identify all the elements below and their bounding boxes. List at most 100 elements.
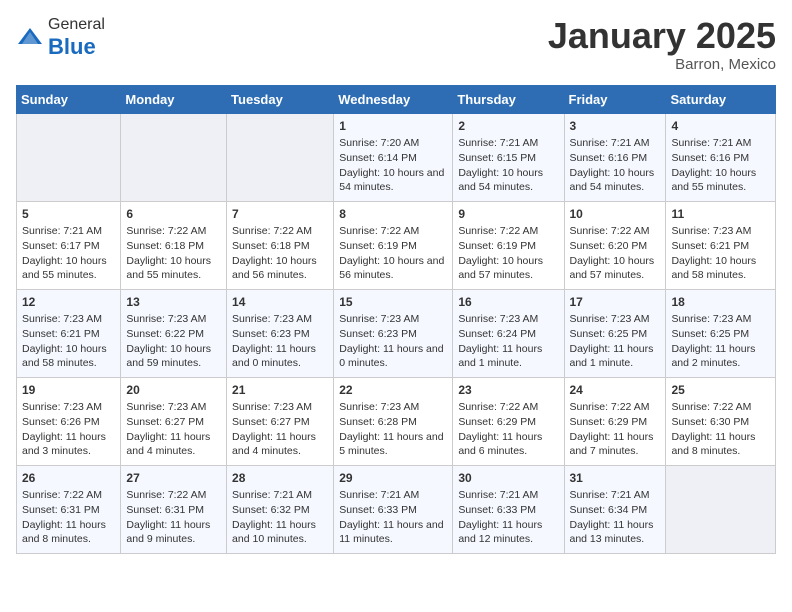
cell-info: Sunrise: 7:22 AMSunset: 6:18 PMDaylight:… [126,224,221,283]
calendar-cell [121,113,227,201]
header-day-saturday: Saturday [666,85,776,113]
calendar-cell: 14Sunrise: 7:23 AMSunset: 6:23 PMDayligh… [227,289,334,377]
cell-info: Sunrise: 7:23 AMSunset: 6:25 PMDaylight:… [570,312,661,371]
calendar-week-row: 5Sunrise: 7:21 AMSunset: 6:17 PMDaylight… [17,201,776,289]
header-day-tuesday: Tuesday [227,85,334,113]
cell-info: Sunrise: 7:21 AMSunset: 6:16 PMDaylight:… [671,136,770,195]
calendar-cell: 5Sunrise: 7:21 AMSunset: 6:17 PMDaylight… [17,201,121,289]
header-day-monday: Monday [121,85,227,113]
cell-info: Sunrise: 7:23 AMSunset: 6:23 PMDaylight:… [232,312,328,371]
day-number: 19 [22,382,115,399]
calendar-cell: 15Sunrise: 7:23 AMSunset: 6:23 PMDayligh… [334,289,453,377]
calendar-week-row: 26Sunrise: 7:22 AMSunset: 6:31 PMDayligh… [17,465,776,553]
cell-info: Sunrise: 7:21 AMSunset: 6:15 PMDaylight:… [458,136,558,195]
day-number: 11 [671,206,770,223]
calendar-table: SundayMondayTuesdayWednesdayThursdayFrid… [16,85,776,554]
logo-general-text: General [48,16,105,33]
cell-info: Sunrise: 7:22 AMSunset: 6:31 PMDaylight:… [126,488,221,547]
day-number: 6 [126,206,221,223]
day-number: 7 [232,206,328,223]
calendar-cell: 30Sunrise: 7:21 AMSunset: 6:33 PMDayligh… [453,465,564,553]
cell-info: Sunrise: 7:21 AMSunset: 6:16 PMDaylight:… [570,136,661,195]
day-number: 13 [126,294,221,311]
calendar-week-row: 19Sunrise: 7:23 AMSunset: 6:26 PMDayligh… [17,377,776,465]
calendar-cell: 4Sunrise: 7:21 AMSunset: 6:16 PMDaylight… [666,113,776,201]
day-number: 15 [339,294,447,311]
calendar-cell [666,465,776,553]
calendar-cell [17,113,121,201]
calendar-cell: 18Sunrise: 7:23 AMSunset: 6:25 PMDayligh… [666,289,776,377]
calendar-body: 1Sunrise: 7:20 AMSunset: 6:14 PMDaylight… [17,113,776,553]
day-number: 16 [458,294,558,311]
cell-info: Sunrise: 7:21 AMSunset: 6:32 PMDaylight:… [232,488,328,547]
day-number: 24 [570,382,661,399]
page-header: General Blue January 2025 Barron, Mexico [16,16,776,73]
logo-blue-text: Blue [48,34,96,59]
header-day-sunday: Sunday [17,85,121,113]
cell-info: Sunrise: 7:22 AMSunset: 6:19 PMDaylight:… [339,224,447,283]
cell-info: Sunrise: 7:21 AMSunset: 6:33 PMDaylight:… [339,488,447,547]
cell-info: Sunrise: 7:23 AMSunset: 6:25 PMDaylight:… [671,312,770,371]
calendar-week-row: 12Sunrise: 7:23 AMSunset: 6:21 PMDayligh… [17,289,776,377]
calendar-cell: 23Sunrise: 7:22 AMSunset: 6:29 PMDayligh… [453,377,564,465]
calendar-cell: 3Sunrise: 7:21 AMSunset: 6:16 PMDaylight… [564,113,666,201]
day-number: 26 [22,470,115,487]
day-number: 4 [671,118,770,135]
logo: General Blue [16,16,105,60]
day-number: 5 [22,206,115,223]
calendar-cell [227,113,334,201]
day-number: 31 [570,470,661,487]
cell-info: Sunrise: 7:21 AMSunset: 6:33 PMDaylight:… [458,488,558,547]
day-number: 30 [458,470,558,487]
calendar-cell: 12Sunrise: 7:23 AMSunset: 6:21 PMDayligh… [17,289,121,377]
day-number: 29 [339,470,447,487]
calendar-cell: 29Sunrise: 7:21 AMSunset: 6:33 PMDayligh… [334,465,453,553]
calendar-cell: 7Sunrise: 7:22 AMSunset: 6:18 PMDaylight… [227,201,334,289]
cell-info: Sunrise: 7:23 AMSunset: 6:24 PMDaylight:… [458,312,558,371]
header-day-wednesday: Wednesday [334,85,453,113]
day-number: 8 [339,206,447,223]
day-number: 28 [232,470,328,487]
cell-info: Sunrise: 7:22 AMSunset: 6:31 PMDaylight:… [22,488,115,547]
calendar-cell: 8Sunrise: 7:22 AMSunset: 6:19 PMDaylight… [334,201,453,289]
day-number: 1 [339,118,447,135]
calendar-cell: 27Sunrise: 7:22 AMSunset: 6:31 PMDayligh… [121,465,227,553]
day-number: 12 [22,294,115,311]
location: Barron, Mexico [548,56,776,73]
logo-icon [16,24,44,52]
day-number: 22 [339,382,447,399]
calendar-cell: 28Sunrise: 7:21 AMSunset: 6:32 PMDayligh… [227,465,334,553]
calendar-cell: 11Sunrise: 7:23 AMSunset: 6:21 PMDayligh… [666,201,776,289]
cell-info: Sunrise: 7:23 AMSunset: 6:27 PMDaylight:… [232,400,328,459]
calendar-cell: 2Sunrise: 7:21 AMSunset: 6:15 PMDaylight… [453,113,564,201]
calendar-cell: 19Sunrise: 7:23 AMSunset: 6:26 PMDayligh… [17,377,121,465]
calendar-cell: 1Sunrise: 7:20 AMSunset: 6:14 PMDaylight… [334,113,453,201]
cell-info: Sunrise: 7:23 AMSunset: 6:21 PMDaylight:… [22,312,115,371]
day-number: 23 [458,382,558,399]
calendar-cell: 24Sunrise: 7:22 AMSunset: 6:29 PMDayligh… [564,377,666,465]
day-number: 18 [671,294,770,311]
calendar-cell: 22Sunrise: 7:23 AMSunset: 6:28 PMDayligh… [334,377,453,465]
calendar-cell: 9Sunrise: 7:22 AMSunset: 6:19 PMDaylight… [453,201,564,289]
cell-info: Sunrise: 7:22 AMSunset: 6:20 PMDaylight:… [570,224,661,283]
day-number: 27 [126,470,221,487]
cell-info: Sunrise: 7:23 AMSunset: 6:23 PMDaylight:… [339,312,447,371]
day-number: 21 [232,382,328,399]
day-number: 14 [232,294,328,311]
day-number: 3 [570,118,661,135]
calendar-cell: 6Sunrise: 7:22 AMSunset: 6:18 PMDaylight… [121,201,227,289]
calendar-cell: 16Sunrise: 7:23 AMSunset: 6:24 PMDayligh… [453,289,564,377]
day-number: 25 [671,382,770,399]
day-number: 2 [458,118,558,135]
cell-info: Sunrise: 7:22 AMSunset: 6:29 PMDaylight:… [570,400,661,459]
header-day-thursday: Thursday [453,85,564,113]
calendar-cell: 26Sunrise: 7:22 AMSunset: 6:31 PMDayligh… [17,465,121,553]
day-number: 17 [570,294,661,311]
header-day-friday: Friday [564,85,666,113]
calendar-cell: 31Sunrise: 7:21 AMSunset: 6:34 PMDayligh… [564,465,666,553]
month-title: January 2025 [548,16,776,56]
cell-info: Sunrise: 7:22 AMSunset: 6:29 PMDaylight:… [458,400,558,459]
cell-info: Sunrise: 7:21 AMSunset: 6:34 PMDaylight:… [570,488,661,547]
calendar-cell: 13Sunrise: 7:23 AMSunset: 6:22 PMDayligh… [121,289,227,377]
cell-info: Sunrise: 7:22 AMSunset: 6:18 PMDaylight:… [232,224,328,283]
